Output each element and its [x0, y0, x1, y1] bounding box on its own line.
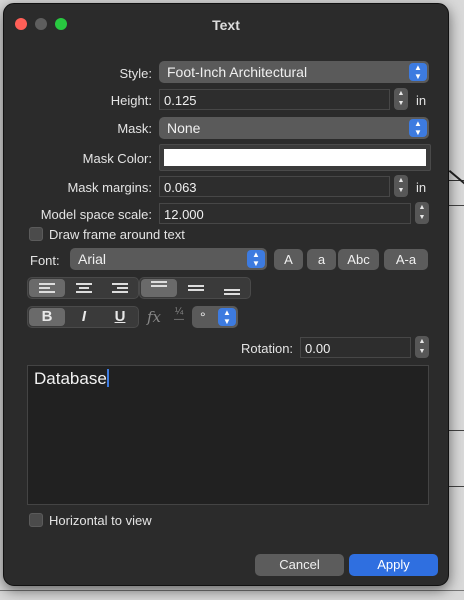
height-stepper[interactable]: ▲ ▼: [394, 88, 408, 110]
rotation-label: Rotation:: [241, 341, 294, 356]
background-line: [0, 590, 464, 591]
titlecase-button[interactable]: Abc: [338, 249, 379, 270]
draw-frame-label: Draw frame around text: [49, 227, 185, 242]
text-format-group: B I U: [27, 306, 139, 328]
draw-frame-checkbox[interactable]: [29, 227, 43, 241]
font-popup[interactable]: Arial ▲ ▼: [70, 248, 267, 270]
chevron-up-down-icon: ▲ ▼: [218, 308, 236, 326]
italic-button[interactable]: I: [66, 308, 102, 326]
align-top-button[interactable]: [141, 279, 177, 297]
underline-icon: U: [114, 308, 126, 325]
window-title: Text: [212, 17, 240, 33]
height-field[interactable]: 0.125: [159, 89, 390, 110]
fraction-icon[interactable]: ¼ —: [174, 307, 184, 325]
mask-color-label: Mask Color:: [82, 151, 152, 166]
text-editor-content: Database: [34, 369, 109, 389]
model-scale-stepper[interactable]: ▲ ▼: [415, 202, 429, 224]
italic-icon: I: [81, 308, 87, 325]
vertical-align-group: [139, 277, 251, 299]
align-top-icon: [151, 279, 167, 289]
horizontal-to-view-label: Horizontal to view: [49, 513, 152, 528]
horizontal-to-view-checkbox[interactable]: [29, 513, 43, 527]
symbol-popup[interactable]: ° ▲ ▼: [192, 306, 238, 328]
style-label: Style:: [119, 66, 152, 81]
text-editor[interactable]: Database: [27, 365, 429, 505]
lowercase-button[interactable]: a: [307, 249, 336, 270]
sentence-case-button[interactable]: A-a: [384, 249, 428, 270]
text-editor-value: Database: [34, 369, 107, 388]
mask-margins-stepper[interactable]: ▲ ▼: [394, 175, 408, 197]
height-unit: in: [416, 93, 427, 108]
underline-button[interactable]: U: [103, 308, 137, 326]
rotation-field[interactable]: 0.00: [300, 337, 411, 358]
mask-margins-label: Mask margins:: [67, 180, 152, 195]
align-left-icon: [39, 281, 55, 295]
mask-value: None: [167, 120, 201, 136]
horizontal-align-group: [27, 277, 139, 299]
rotation-stepper[interactable]: ▲ ▼: [415, 336, 429, 358]
align-bottom-button[interactable]: [215, 279, 249, 297]
apply-button[interactable]: Apply: [349, 554, 438, 576]
align-bottom-icon: [224, 287, 240, 297]
font-value: Arial: [78, 251, 107, 267]
font-label: Font:: [30, 253, 60, 268]
align-right-button[interactable]: [103, 279, 137, 297]
background-line: [448, 205, 464, 206]
style-value: Foot-Inch Architectural: [167, 64, 308, 80]
chevron-up-down-icon: ▲ ▼: [409, 119, 427, 137]
degree-symbol: °: [200, 309, 206, 325]
bold-icon: B: [41, 308, 53, 325]
text-dialog: Text Style: Foot-Inch Architectural ▲ ▼ H…: [3, 3, 449, 586]
background-line: [448, 430, 464, 431]
cancel-button[interactable]: Cancel: [255, 554, 344, 576]
align-middle-icon: [188, 283, 204, 293]
align-center-icon: [76, 281, 92, 295]
align-right-icon: [112, 281, 128, 295]
mask-margins-field[interactable]: 0.063: [159, 176, 390, 197]
style-popup[interactable]: Foot-Inch Architectural ▲ ▼: [159, 61, 429, 83]
height-label: Height:: [110, 93, 152, 108]
title-bar: Text: [4, 4, 448, 44]
background-line: [448, 486, 464, 487]
align-center-button[interactable]: [66, 279, 102, 297]
mask-margins-unit: in: [416, 180, 427, 195]
align-middle-button[interactable]: [178, 279, 214, 297]
background-line: [448, 170, 464, 185]
chevron-up-down-icon: ▲ ▼: [409, 63, 427, 81]
text-caret: [106, 369, 109, 387]
function-icon[interactable]: fx: [147, 308, 161, 326]
align-left-button[interactable]: [29, 279, 65, 297]
uppercase-button[interactable]: A: [274, 249, 303, 270]
bold-button[interactable]: B: [29, 308, 65, 326]
chevron-up-down-icon: ▲ ▼: [247, 250, 265, 268]
mask-color-well[interactable]: [159, 144, 431, 171]
mask-color-swatch: [164, 149, 426, 166]
model-scale-label: Model space scale:: [40, 207, 152, 222]
mask-popup[interactable]: None ▲ ▼: [159, 117, 429, 139]
model-scale-field[interactable]: 12.000: [159, 203, 411, 224]
mask-label: Mask:: [117, 121, 152, 136]
